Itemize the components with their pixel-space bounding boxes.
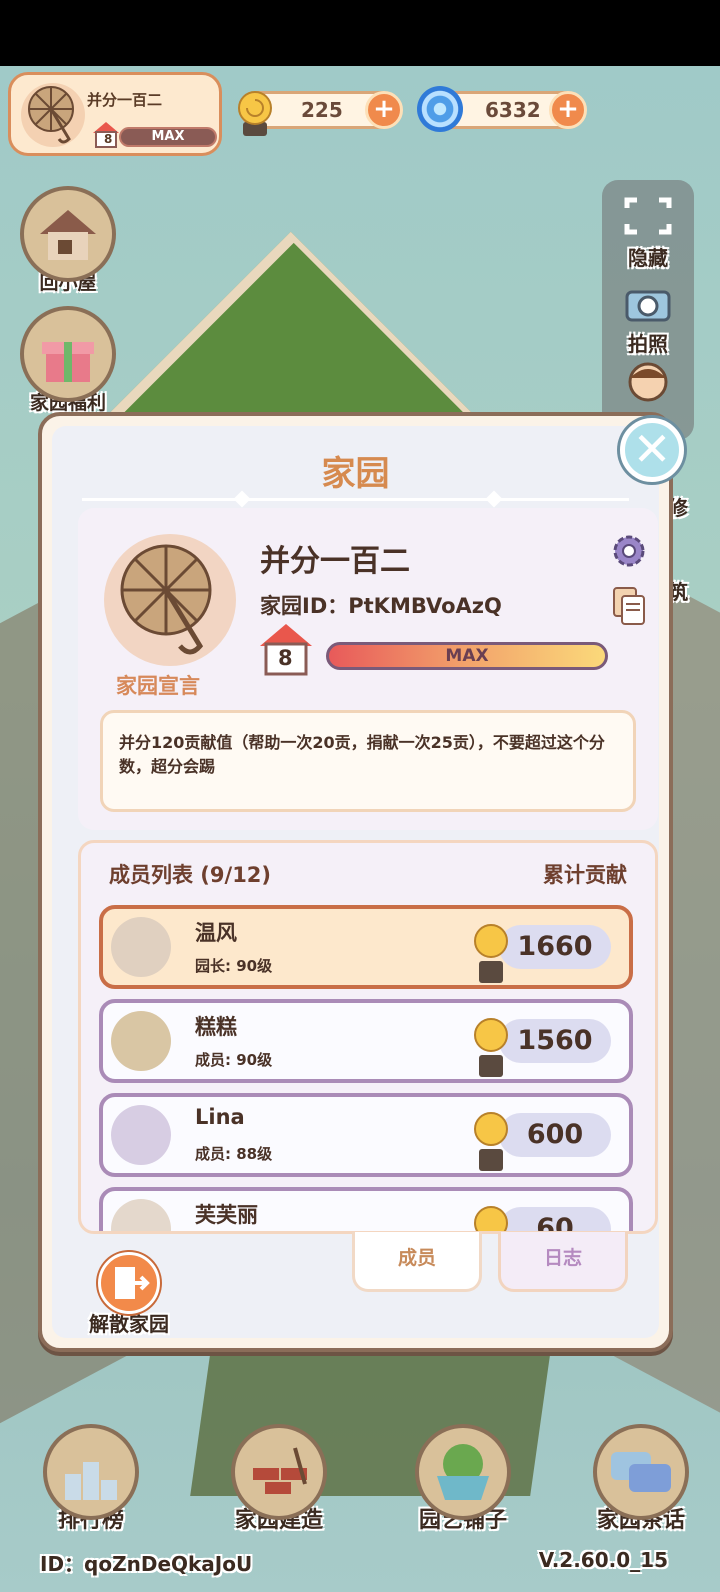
close-icon: ✕ (632, 422, 672, 476)
player-name: 并分一百二 (87, 91, 163, 109)
chat-bubble-icon (593, 1424, 689, 1520)
disband-garden-button[interactable]: 解散家园 (64, 1252, 194, 1337)
garden-shop-button[interactable]: 园艺铺子 (388, 1424, 538, 1534)
member-name: 糕糕 (195, 1015, 237, 1039)
avatar (111, 1105, 171, 1165)
member-score: 60 (499, 1207, 611, 1231)
garden-dialog: 家园 家园宣言 并分一百二 家园ID：PtKMBVoAzQ 8 MAX 并分12… (38, 412, 673, 1352)
frame-icon (624, 197, 672, 235)
member-list[interactable]: 温风 园长: 90级 1660 糕糕 成员: 90级 1560 Lina 成员:… (81, 905, 655, 1231)
podium-icon (43, 1424, 139, 1520)
character-button[interactable] (602, 360, 694, 408)
garden-name: 并分一百二 (260, 544, 410, 579)
tab-members[interactable]: 成员 (352, 1232, 482, 1292)
member-score: 1660 (499, 925, 611, 969)
garden-info-card: 家园宣言 并分一百二 家园ID：PtKMBVoAzQ 8 MAX 并分120贡献… (78, 508, 658, 830)
member-role: 园长: 90级 (195, 957, 273, 975)
spiral-gem-icon (417, 86, 463, 132)
member-role: 成员: 88级 (195, 1145, 273, 1163)
avatar (111, 917, 171, 977)
umbrella-avatar-icon (21, 83, 85, 147)
garden-build-button[interactable]: 家园建造 (204, 1424, 354, 1534)
snail-statue-icon (474, 924, 508, 983)
members-header: 成员列表 (9/12) (109, 863, 272, 887)
garden-level-bar: MAX (326, 642, 608, 670)
close-button[interactable]: ✕ (620, 418, 684, 482)
bricks-icon (231, 1424, 327, 1520)
exit-door-icon (98, 1252, 160, 1314)
add-coins-button[interactable]: + (365, 91, 403, 129)
manifesto-label: 家园宣言 (116, 674, 200, 698)
camera-icon (625, 290, 671, 322)
member-role: 成员: 90级 (195, 1051, 273, 1069)
photo-label: 拍照 (628, 332, 668, 356)
player-level: 8 (104, 132, 113, 146)
planter-icon (415, 1424, 511, 1520)
player-profile-card[interactable]: 并分一百二 8 MAX (8, 72, 222, 156)
member-name: Lina (195, 1105, 245, 1129)
contribution-header: 累计贡献 (543, 863, 627, 887)
gear-icon[interactable] (610, 532, 648, 570)
member-row[interactable]: 糕糕 成员: 90级 1560 (99, 999, 633, 1083)
member-name: 温风 (195, 921, 237, 945)
member-row[interactable]: 芙芙丽 60 (99, 1187, 633, 1231)
gift-icon (20, 306, 116, 402)
garden-chat-button[interactable]: 家园茶话 (566, 1424, 716, 1534)
character-icon (628, 362, 668, 402)
avatar (111, 1199, 171, 1231)
garden-welfare-button[interactable]: 家园福利 (18, 306, 118, 415)
player-level-bar: MAX (119, 127, 217, 147)
hide-ui-button[interactable]: 隐藏 (602, 194, 694, 271)
photo-button[interactable]: 拍照 (602, 280, 694, 357)
member-name: 芙芙丽 (195, 1203, 258, 1227)
app-version: V.2.60.0_15 (538, 1548, 668, 1572)
right-tool-panel: 隐藏 拍照 (602, 180, 694, 440)
player-id: ID：qoZnDeQkaJoU (40, 1552, 253, 1576)
coin-counter: 225 + (238, 91, 403, 136)
hide-label: 隐藏 (628, 246, 668, 270)
avatar (111, 1011, 171, 1071)
members-card: 成员列表 (9/12) 累计贡献 温风 园长: 90级 1660 糕糕 成员: (78, 840, 658, 1234)
gem-amount: 6332 (485, 98, 541, 122)
status-bar (0, 0, 720, 66)
garden-umbrella-icon (104, 534, 236, 666)
member-score: 600 (499, 1113, 611, 1157)
gem-counter: 6332 + (417, 86, 587, 132)
member-score: 1560 (499, 1019, 611, 1063)
dialog-title: 家园 (321, 454, 390, 494)
ranking-button[interactable]: 排行榜 (16, 1424, 166, 1534)
member-row[interactable]: 温风 园长: 90级 1660 (99, 905, 633, 989)
garden-declaration: 并分120贡献值（帮助一次20贡，捐献一次25贡），不要超过这个分数，超分会踢 (100, 710, 636, 812)
garden-id: 家园ID：PtKMBVoAzQ (260, 594, 502, 618)
member-row[interactable]: Lina 成员: 88级 600 (99, 1093, 633, 1177)
coin-amount: 225 (301, 98, 343, 122)
copy-icon[interactable] (612, 586, 646, 626)
snail-statue-icon (474, 1206, 508, 1231)
tab-log[interactable]: 日志 (498, 1232, 628, 1292)
return-home-button[interactable]: 回小屋 (18, 186, 118, 295)
snail-statue-icon (474, 1018, 508, 1077)
house-icon (20, 186, 116, 282)
snail-statue-icon (238, 91, 272, 136)
add-gems-button[interactable]: + (549, 91, 587, 129)
garden-level: 8 (278, 646, 293, 670)
snail-statue-icon (474, 1112, 508, 1171)
